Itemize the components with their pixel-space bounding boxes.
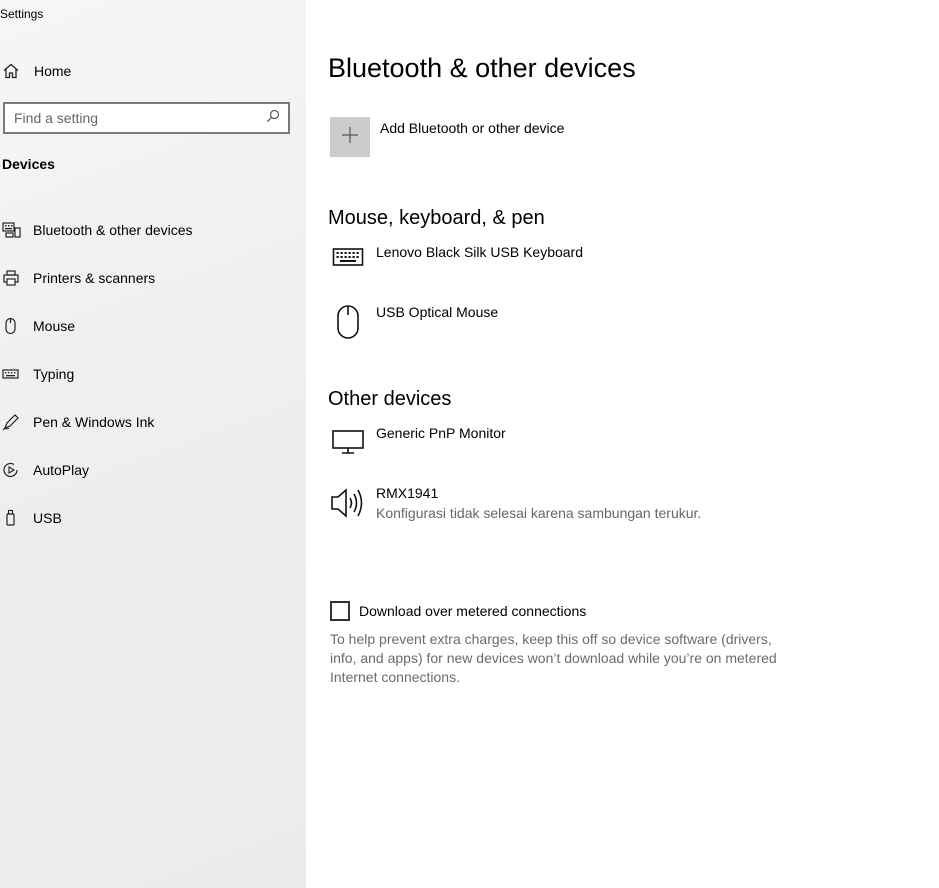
monitor-icon (330, 425, 366, 465)
sidebar-item-label: AutoPlay (33, 462, 90, 478)
plus-icon (341, 126, 359, 149)
metered-option[interactable]: Download over metered connections (330, 601, 586, 621)
metered-checkbox[interactable] (330, 601, 350, 621)
sidebar-nav: Bluetooth & other devices Printers & sca… (0, 206, 306, 542)
sidebar-section-title: Devices (2, 156, 55, 172)
sidebar-item-autoplay[interactable]: AutoPlay (0, 446, 306, 494)
device-name: USB Optical Mouse (376, 304, 499, 320)
sidebar-item-label: Typing (33, 366, 75, 382)
sidebar-item-home[interactable]: Home (0, 56, 306, 86)
autoplay-icon (2, 459, 24, 481)
bluetooth-devices-icon (2, 219, 24, 241)
add-device-label: Add Bluetooth or other device (380, 120, 565, 136)
device-name: Generic PnP Monitor (376, 425, 506, 441)
sidebar-item-bluetooth[interactable]: Bluetooth & other devices (0, 206, 306, 254)
keyboard-icon (2, 363, 24, 385)
keyboard-icon (330, 244, 366, 284)
sidebar-item-printers[interactable]: Printers & scanners (0, 254, 306, 302)
search-input[interactable] (14, 110, 244, 126)
sidebar-item-label: Bluetooth & other devices (33, 222, 193, 238)
device-item[interactable]: Lenovo Black Silk USB Keyboard (330, 244, 583, 284)
add-device-button[interactable]: Add Bluetooth or other device (330, 117, 564, 157)
home-icon (2, 60, 24, 82)
mouse-icon (330, 304, 366, 344)
printer-icon (2, 267, 24, 289)
device-item[interactable]: Generic PnP Monitor (330, 425, 506, 465)
device-item[interactable]: USB Optical Mouse (330, 304, 498, 344)
pen-icon (2, 411, 24, 433)
device-name: Lenovo Black Silk USB Keyboard (376, 244, 583, 260)
sidebar-item-label: Printers & scanners (33, 270, 156, 286)
metered-help-text: To help prevent extra charges, keep this… (330, 631, 777, 685)
sidebar-item-mouse[interactable]: Mouse (0, 302, 306, 350)
search-icon[interactable] (266, 109, 280, 128)
page-title: Bluetooth & other devices (328, 53, 636, 83)
sidebar-item-usb[interactable]: USB (0, 494, 306, 542)
sidebar-item-label: Home (34, 63, 72, 79)
sidebar-item-pen[interactable]: Pen & Windows Ink (0, 398, 306, 446)
window-title: Settings (0, 7, 44, 21)
sidebar-item-typing[interactable]: Typing (0, 350, 306, 398)
usb-icon (2, 507, 24, 529)
group-title-other-devices: Other devices (328, 388, 452, 410)
speaker-icon (330, 485, 366, 525)
metered-label: Download over metered connections (359, 603, 587, 619)
sidebar-item-label: Pen & Windows Ink (33, 414, 155, 430)
sidebar: Settings Home Devices Bluetooth & other … (0, 0, 306, 888)
device-status: Konfigurasi tidak selesai karena sambung… (376, 505, 702, 521)
sidebar-item-label: USB (33, 510, 62, 526)
device-item[interactable]: RMX1941 Konfigurasi tidak selesai karena… (330, 485, 701, 525)
device-name: RMX1941 (376, 485, 439, 501)
add-tile[interactable] (330, 117, 370, 157)
mouse-icon (2, 315, 24, 337)
group-title-input-devices: Mouse, keyboard, & pen (328, 207, 545, 229)
search-field[interactable] (3, 102, 290, 134)
sidebar-item-label: Mouse (33, 318, 76, 334)
